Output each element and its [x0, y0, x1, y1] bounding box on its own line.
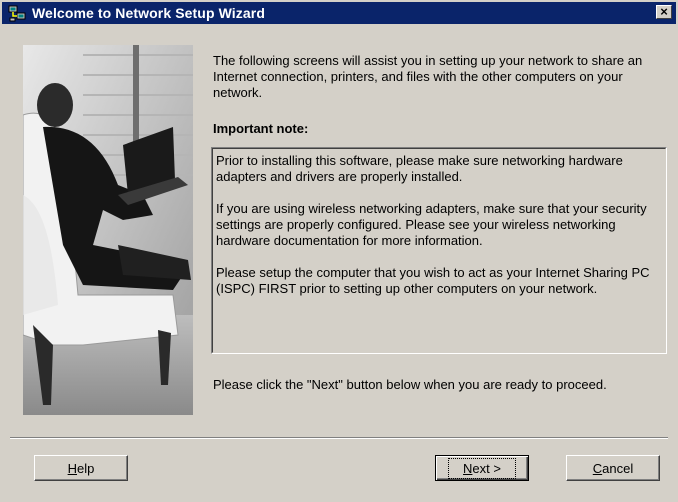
window-title: Welcome to Network Setup Wizard — [32, 5, 265, 21]
close-button[interactable]: × — [656, 5, 672, 19]
important-note-content: Prior to installing this software, pleas… — [212, 148, 666, 353]
cancel-button-label: Cancel — [592, 460, 634, 476]
important-note-box: Prior to installing this software, pleas… — [211, 147, 667, 354]
next-button[interactable]: Next > — [435, 455, 529, 481]
help-button-label: Help — [67, 460, 95, 476]
cancel-button[interactable]: Cancel — [566, 455, 660, 481]
title-bar[interactable]: Welcome to Network Setup Wizard × — [2, 2, 676, 24]
help-button[interactable]: Help — [34, 455, 128, 481]
network-setup-icon — [8, 4, 26, 22]
intro-text: The following screens will assist you in… — [213, 53, 643, 100]
note-paragraph: If you are using wireless networking ada… — [216, 201, 647, 248]
note-paragraph: Prior to installing this software, pleas… — [216, 153, 623, 184]
note-paragraph: Please setup the computer that you wish … — [216, 265, 650, 296]
proceed-instruction: Please click the "Next" button below whe… — [213, 377, 607, 392]
wizard-window: Welcome to Network Setup Wizard × The fo… — [0, 0, 678, 502]
person-with-laptop-photo — [23, 45, 193, 415]
separator-line — [10, 437, 668, 439]
close-icon: × — [660, 4, 668, 19]
important-note-heading: Important note: — [213, 121, 309, 136]
next-button-label: Next > — [448, 457, 516, 479]
